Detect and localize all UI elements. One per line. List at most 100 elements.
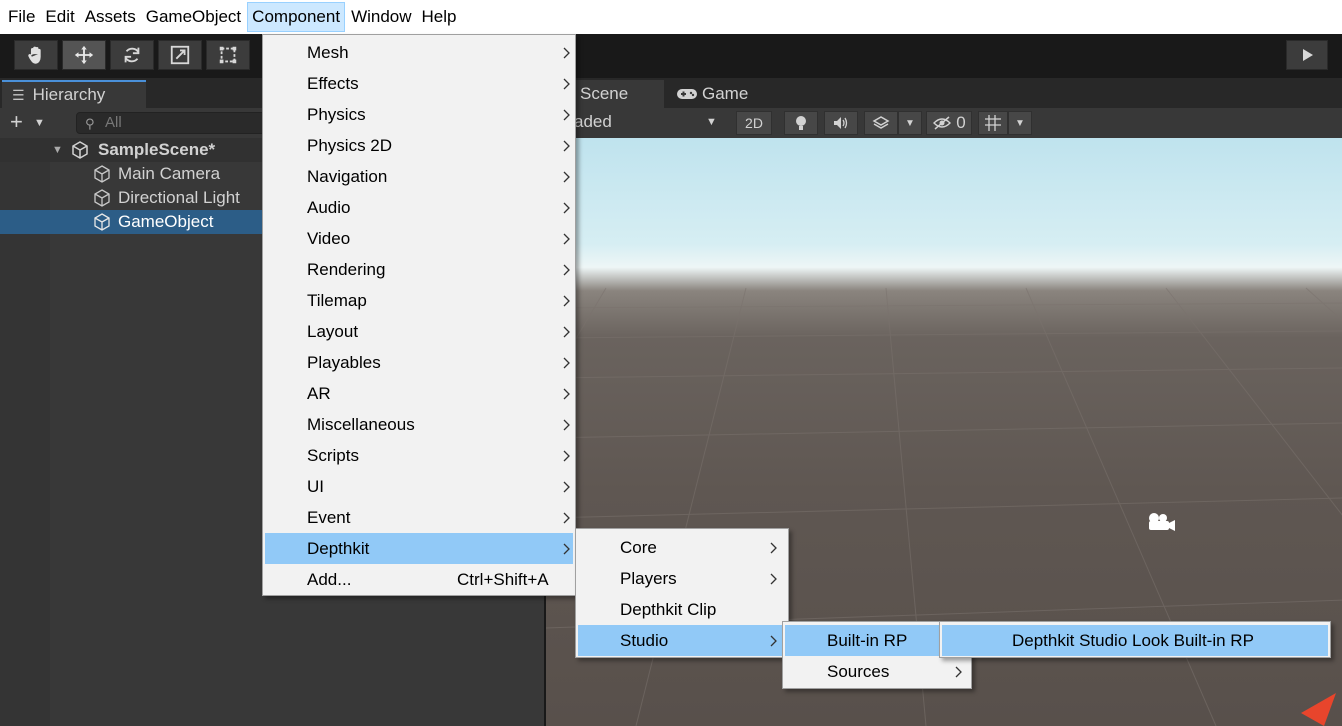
menu-help[interactable]: Help <box>418 2 461 32</box>
hidden-objects-toggle-button[interactable]: 0 <box>926 111 972 135</box>
menu-item-navigation[interactable]: Navigation <box>265 161 573 192</box>
gameobject-cube-icon <box>94 213 110 231</box>
menu-window[interactable]: Window <box>347 2 415 32</box>
menu-item-depthkit[interactable]: Depthkit <box>265 533 573 564</box>
effects-toggle-button[interactable] <box>864 111 898 135</box>
chevron-right-icon <box>563 202 570 213</box>
menu-item-ar[interactable]: AR <box>265 378 573 409</box>
menu-gameobject[interactable]: GameObject <box>142 2 245 32</box>
move-tool-button[interactable] <box>62 40 106 70</box>
menu-item-audio[interactable]: Audio <box>265 192 573 223</box>
2d-label: 2D <box>745 115 763 131</box>
chevron-right-icon <box>563 295 570 306</box>
chevron-right-icon <box>563 264 570 275</box>
rect-tool-button[interactable] <box>206 40 250 70</box>
chevron-right-icon <box>563 233 570 244</box>
chevron-right-icon <box>563 450 570 461</box>
menu-item-players[interactable]: Players <box>578 563 786 594</box>
menu-item-physics-2d[interactable]: Physics 2D <box>265 130 573 161</box>
main-toolbar <box>0 34 1342 78</box>
chevron-right-icon <box>563 512 570 523</box>
menu-item-mesh[interactable]: Mesh <box>265 37 573 68</box>
menu-item-layout[interactable]: Layout <box>265 316 573 347</box>
chevron-right-icon <box>955 666 962 677</box>
caret-down-icon[interactable]: ▼ <box>34 117 45 129</box>
search-placeholder: All <box>105 114 122 131</box>
chevron-right-icon <box>563 419 570 430</box>
camera-gizmo-icon[interactable] <box>1144 510 1178 534</box>
audio-toggle-button[interactable] <box>824 111 858 135</box>
chevron-right-icon <box>563 543 570 554</box>
chevron-right-icon <box>563 326 570 337</box>
menu-item-miscellaneous[interactable]: Miscellaneous <box>265 409 573 440</box>
menu-edit[interactable]: Edit <box>41 2 78 32</box>
hand-tool-button[interactable] <box>14 40 58 70</box>
menu-item-depthkit-studio-look-built-in-rp[interactable]: Depthkit Studio Look Built-in RP <box>942 625 1328 656</box>
lightbulb-icon <box>796 116 806 130</box>
menu-item-depthkit-clip[interactable]: Depthkit Clip <box>578 594 786 625</box>
menu-item-effects[interactable]: Effects <box>265 68 573 99</box>
scene-tab-bar: Scene Game <box>544 78 1342 108</box>
menu-item-sources[interactable]: Sources <box>785 656 969 687</box>
lighting-toggle-button[interactable] <box>784 111 818 135</box>
hierarchy-item-label: GameObject <box>118 212 214 231</box>
menu-item-ui[interactable]: UI <box>265 471 573 502</box>
component-menu: Mesh Effects Physics Physics 2D Navigati… <box>262 34 576 596</box>
menu-item-physics[interactable]: Physics <box>265 99 573 130</box>
grid-snap-icon <box>985 115 1001 131</box>
tab-hierarchy[interactable]: ☰ Hierarchy <box>2 80 146 108</box>
eye-slash-icon <box>933 116 952 130</box>
unity-scene-icon <box>72 141 88 159</box>
chevron-right-icon <box>563 171 570 182</box>
game-tab-label: Game <box>702 84 749 103</box>
add-shortcut: Ctrl+Shift+A <box>457 569 549 589</box>
hierarchy-item-label: Main Camera <box>118 164 221 183</box>
chevron-right-icon <box>563 481 570 492</box>
menu-item-video[interactable]: Video <box>265 223 573 254</box>
grid-dropdown-button[interactable]: ▼ <box>1008 111 1032 135</box>
menu-item-playables[interactable]: Playables <box>265 347 573 378</box>
caret-down-icon[interactable]: ▼ <box>706 116 717 128</box>
search-icon: ⚲ <box>85 116 95 131</box>
scene-tab-label: Scene <box>580 84 629 103</box>
menu-item-studio[interactable]: Studio <box>578 625 786 656</box>
expand-arrow-icon[interactable]: ▼ <box>52 144 63 156</box>
menu-item-tilemap[interactable]: Tilemap <box>265 285 573 316</box>
menu-assets[interactable]: Assets <box>81 2 140 32</box>
play-button[interactable] <box>1286 40 1328 70</box>
scene-name: SampleScene* <box>98 140 216 159</box>
chevron-right-icon <box>563 388 570 399</box>
menu-file[interactable]: File <box>4 2 39 32</box>
chevron-right-icon <box>563 47 570 58</box>
gameobject-cube-icon <box>94 189 110 207</box>
list-icon: ☰ <box>12 86 25 103</box>
menu-item-rendering[interactable]: Rendering <box>265 254 573 285</box>
layers-effects-icon <box>872 116 890 129</box>
scale-tool-button[interactable] <box>158 40 202 70</box>
menu-item-core[interactable]: Core <box>578 532 786 563</box>
chevron-right-icon <box>563 109 570 120</box>
chevron-right-icon <box>770 635 777 646</box>
menu-item-scripts[interactable]: Scripts <box>265 440 573 471</box>
rotate-icon <box>124 47 140 63</box>
add-icon[interactable]: + <box>10 111 23 133</box>
hierarchy-tab-label: Hierarchy <box>32 85 106 104</box>
shading-mode-dropdown[interactable]: aded <box>574 112 612 132</box>
tab-game[interactable]: Game <box>668 80 788 108</box>
effects-dropdown-button[interactable]: ▼ <box>898 111 922 135</box>
menu-item-event[interactable]: Event <box>265 502 573 533</box>
play-icon <box>1303 49 1313 61</box>
rotate-tool-button[interactable] <box>110 40 154 70</box>
2d-toggle-button[interactable]: 2D <box>736 111 772 135</box>
scale-icon <box>170 45 190 65</box>
chevron-right-icon <box>770 542 777 553</box>
menu-item-add[interactable]: Add... Ctrl+Shift+A <box>265 564 573 595</box>
caret-down-icon: ▼ <box>905 117 915 129</box>
menu-component[interactable]: Component <box>247 2 346 32</box>
speaker-icon <box>834 117 848 129</box>
hierarchy-item-label: Directional Light <box>118 188 240 207</box>
scene-toolbar: aded ▼ 2D ▼ 0 ▼ <box>544 108 1342 138</box>
hand-icon <box>28 46 41 64</box>
built-in-rp-submenu: Depthkit Studio Look Built-in RP <box>939 621 1331 658</box>
grid-toggle-button[interactable] <box>978 111 1008 135</box>
